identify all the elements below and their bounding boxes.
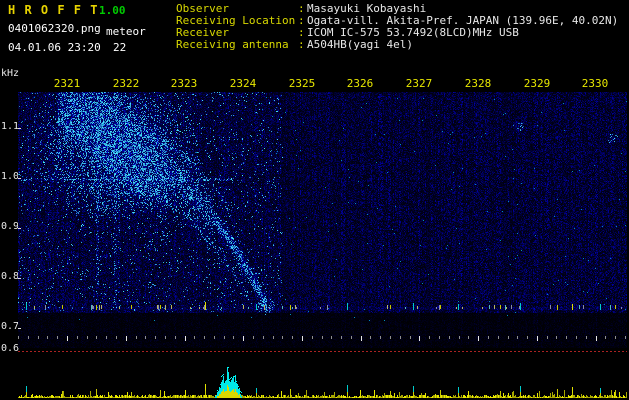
info-label: Receiving antenna — [176, 38, 289, 51]
title-block: H R O F F T 1.00 0401062320.png meteor 0… — [8, 3, 174, 65]
time-tick-2321: 2321 — [53, 77, 81, 90]
time-tick-2328: 2328 — [464, 77, 492, 90]
info-row-antenna: Receiving antenna : A504HB(yagi 4el) — [176, 39, 618, 51]
output-filename: 0401062320.png — [8, 22, 101, 35]
observation-mode: meteor — [106, 25, 146, 38]
time-tick-2322: 2322 — [112, 77, 140, 90]
time-tick-2329: 2329 — [523, 77, 551, 90]
freq-tick-0-7: 0.7 — [1, 321, 20, 332]
time-tick-2323: 2323 — [170, 77, 198, 90]
spectrogram-canvas — [18, 92, 627, 348]
freq-tick-0-6: 0.6 — [1, 343, 20, 354]
freq-tick-0-8: 0.8 — [1, 271, 20, 282]
frequency-axis-unit: kHz — [1, 68, 20, 79]
station-info: Observer : Masayuki Kobayashi Receiving … — [176, 3, 618, 51]
time-tick-2325: 2325 — [288, 77, 316, 90]
time-tick-2327: 2327 — [405, 77, 433, 90]
freq-tick-0-9: 0.9 — [1, 221, 20, 232]
time-tick-2324: 2324 — [229, 77, 257, 90]
time-tick-2326: 2326 — [346, 77, 374, 90]
info-colon: : — [298, 38, 305, 51]
freq-tick-1-1: 1.1 — [1, 121, 20, 132]
observation-datetime: 04.01.06 23:20 — [8, 41, 101, 54]
app-version: 1.00 — [99, 4, 126, 17]
time-tick-2330: 2330 — [581, 77, 609, 90]
hourly-echo-count: 22 — [113, 41, 127, 54]
freq-tick-1-0: 1.0 — [1, 171, 20, 182]
app-title: H R O F F T — [8, 3, 99, 17]
info-value: A504HB(yagi 4el) — [307, 38, 413, 51]
signal-strip-canvas — [18, 350, 627, 398]
hrofft-output: H R O F F T 1.00 0401062320.png meteor 0… — [0, 0, 629, 400]
